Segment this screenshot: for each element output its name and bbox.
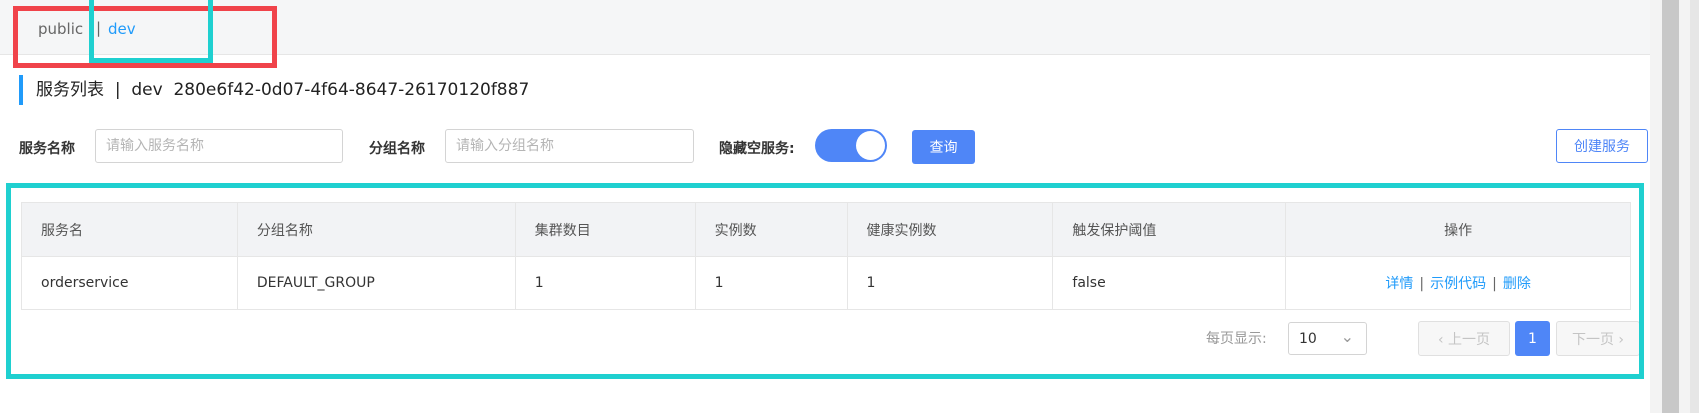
service-name-label: 服务名称 — [19, 141, 75, 157]
hide-empty-label: 隐藏空服务: — [719, 141, 795, 157]
highlight-box-cyan-namespace — [89, 0, 213, 63]
page-title-namespace: dev — [131, 80, 163, 100]
page-title: 服务列表 | dev 280e6f42-0d07-4f64-8647-26170… — [19, 75, 529, 105]
toggle-knob — [856, 131, 885, 160]
page-title-namespace-id: 280e6f42-0d07-4f64-8647-26170120f887 — [173, 80, 530, 100]
group-name-label: 分组名称 — [369, 141, 425, 157]
service-name-input[interactable] — [95, 129, 343, 163]
hide-empty-toggle[interactable] — [815, 129, 887, 162]
query-button[interactable]: 查询 — [912, 130, 975, 164]
create-service-button[interactable]: 创建服务 — [1556, 129, 1648, 163]
page-title-separator: | — [114, 80, 121, 100]
window-edge — [1690, 0, 1699, 413]
scrollbar[interactable] — [1662, 0, 1679, 413]
page-title-heading: 服务列表 — [36, 80, 104, 100]
group-name-input[interactable] — [445, 129, 694, 163]
highlight-box-cyan-table — [6, 183, 1644, 379]
